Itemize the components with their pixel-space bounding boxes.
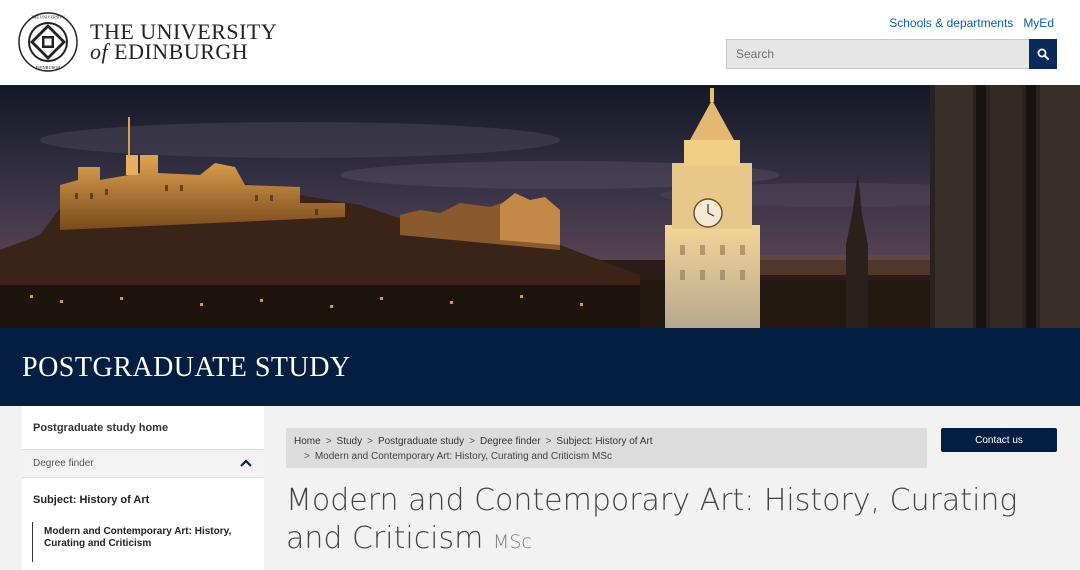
sidebar-item-current-programme[interactable]: Modern and Contemporary Art: History, Cu… bbox=[32, 522, 264, 562]
main-content: Postgraduate study home Degree finder Su… bbox=[0, 406, 1080, 570]
utility-links: Schools & departments MyEd bbox=[889, 16, 1054, 30]
programme-title: Modern and Contemporary Art: History, Cu… bbox=[286, 483, 1018, 556]
breadcrumb-separator: > bbox=[469, 436, 475, 447]
svg-text:EDINBURGH: EDINBURGH bbox=[36, 65, 61, 70]
wordmark-line2: of EDINBURGH bbox=[90, 39, 277, 64]
breadcrumb: Home > Study > Postgraduate study > Degree fin… bbox=[286, 428, 927, 468]
section-banner: POSTGRADUATE STUDY bbox=[0, 328, 1080, 406]
search-input[interactable] bbox=[726, 39, 1029, 69]
breadcrumb-postgraduate-study[interactable]: Postgraduate study bbox=[378, 436, 464, 447]
sidebar-item-postgraduate-home[interactable]: Postgraduate study home bbox=[22, 406, 264, 450]
breadcrumb-home[interactable]: Home bbox=[294, 436, 321, 447]
myed-link[interactable]: MyEd bbox=[1023, 16, 1054, 30]
search-icon bbox=[1037, 48, 1049, 60]
edinburgh-night-skyline bbox=[0, 85, 1080, 328]
svg-text:THE UNIVERSITY: THE UNIVERSITY bbox=[31, 15, 65, 20]
breadcrumb-separator: > bbox=[325, 436, 332, 447]
page-title: Modern and Contemporary Art: History, Cu… bbox=[286, 482, 1046, 561]
sidebar-item-degree-finder[interactable]: Degree finder bbox=[22, 450, 264, 478]
chevron-up-icon[interactable] bbox=[240, 459, 252, 467]
breadcrumb-degree-finder[interactable]: Degree finder bbox=[480, 436, 541, 447]
site-search bbox=[726, 39, 1057, 69]
breadcrumb-separator: > bbox=[545, 436, 552, 447]
breadcrumb-current: Modern and Contemporary Art: History, Cu… bbox=[314, 451, 612, 462]
breadcrumb-separator: > bbox=[367, 436, 373, 447]
site-header: THE UNIVERSITY EDINBURGH THE UNIVERSITY … bbox=[0, 0, 1080, 85]
breadcrumb-separator: > bbox=[304, 451, 310, 462]
contact-us-button[interactable]: Contact us bbox=[941, 428, 1057, 452]
breadcrumb-study[interactable]: Study bbox=[337, 436, 363, 447]
university-wordmark: THE UNIVERSITY of EDINBURGH bbox=[90, 21, 277, 64]
university-logo[interactable]: THE UNIVERSITY EDINBURGH THE UNIVERSITY … bbox=[18, 12, 277, 72]
breadcrumb-line2: > Modern and Contemporary Art: History, C… bbox=[294, 449, 919, 464]
wordmark-edinburgh: EDINBURGH bbox=[114, 39, 249, 64]
section-title: POSTGRADUATE STUDY bbox=[22, 352, 351, 383]
breadcrumb-line1: Home > Study > Postgraduate study > Degree fin… bbox=[294, 434, 919, 449]
university-crest-icon: THE UNIVERSITY EDINBURGH bbox=[18, 12, 78, 72]
sidebar-nav: Postgraduate study home Degree finder Su… bbox=[22, 406, 264, 570]
search-button[interactable] bbox=[1029, 39, 1057, 69]
qualification-label: MSc bbox=[492, 531, 532, 553]
wordmark-of: of bbox=[90, 39, 109, 64]
hero-image bbox=[0, 85, 1080, 328]
sidebar-item-subject[interactable]: Subject: History of Art bbox=[22, 478, 264, 522]
breadcrumb-subject[interactable]: Subject: History of Art bbox=[556, 436, 652, 447]
schools-departments-link[interactable]: Schools & departments bbox=[889, 16, 1013, 30]
sidebar-item-label: Degree finder bbox=[33, 458, 94, 469]
